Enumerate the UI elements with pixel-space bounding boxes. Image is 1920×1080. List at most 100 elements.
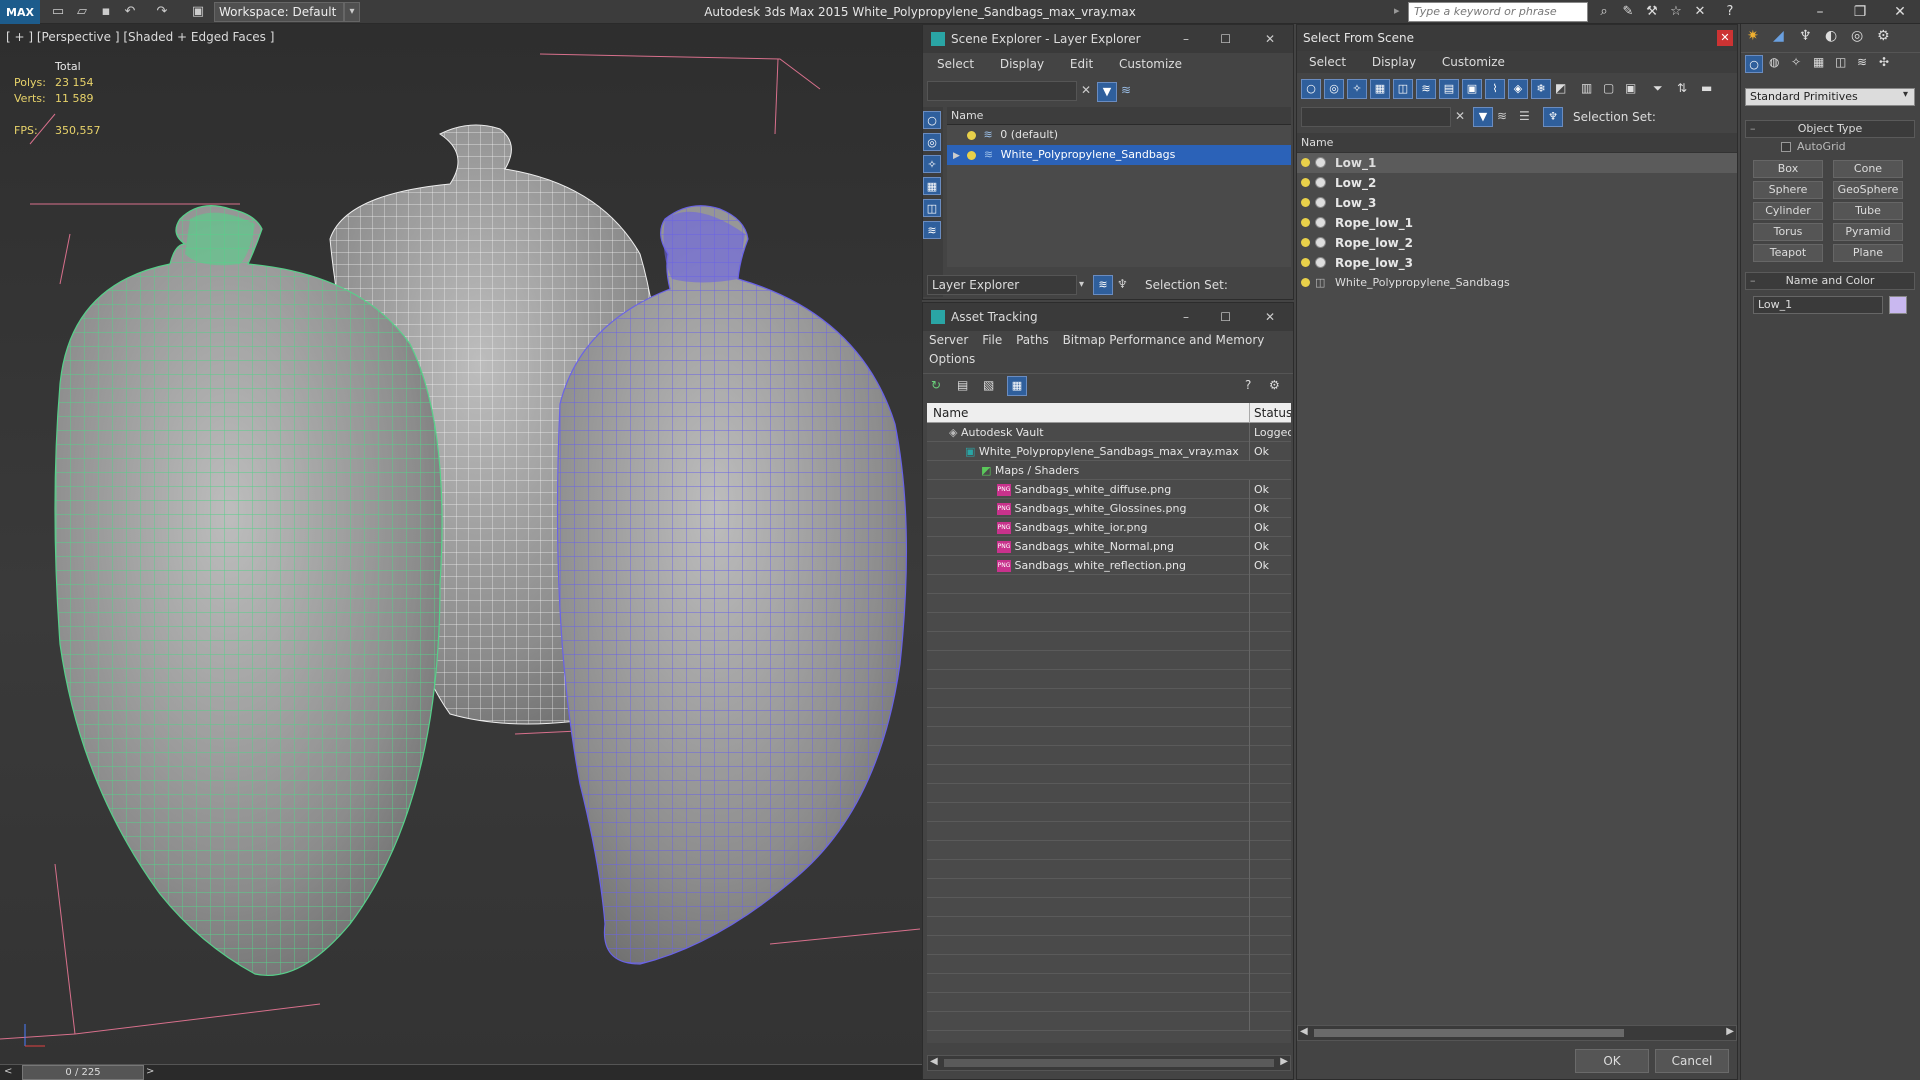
light-bulb-icon[interactable]: [1301, 218, 1310, 227]
menu-display[interactable]: Display: [1000, 53, 1044, 75]
menu-select[interactable]: Select: [1309, 51, 1346, 73]
helpers-category-icon[interactable]: ◫: [1835, 55, 1846, 69]
hierarchy-icon[interactable]: ♆: [1117, 277, 1128, 291]
systems-category-icon[interactable]: ✣: [1879, 55, 1889, 69]
column-status[interactable]: Status: [1249, 403, 1291, 423]
light-bulb-icon[interactable]: [1301, 238, 1310, 247]
menu-customize[interactable]: Customize: [1442, 51, 1505, 73]
tree-view-icon[interactable]: ▧: [983, 378, 994, 392]
settings-icon[interactable]: ⚙: [1269, 378, 1280, 392]
create-tab-icon[interactable]: ✷: [1747, 28, 1759, 44]
perspective-viewport[interactable]: [ + ] [Perspective ] [Shaded + Edged Fac…: [0, 24, 922, 1064]
object-row-rope-low-1[interactable]: Rope_low_1: [1297, 213, 1737, 233]
object-name-field[interactable]: Low_1: [1753, 296, 1883, 314]
asset-row[interactable]: ◈ Autodesk Vault Logged: [927, 423, 1291, 442]
light-bulb-icon[interactable]: [1301, 158, 1310, 167]
close-icon[interactable]: ✕: [1265, 25, 1275, 53]
display-groups-icon[interactable]: ▤: [1439, 79, 1459, 99]
display-none-icon[interactable]: ▢: [1603, 81, 1614, 95]
display-lights-icon[interactable]: ✧: [1347, 79, 1367, 99]
object-row-layer[interactable]: ◫ White_Polypropylene_Sandbags: [1297, 273, 1737, 293]
geosphere-button[interactable]: GeoSphere: [1833, 181, 1903, 199]
menu-file[interactable]: File: [982, 331, 1002, 350]
undo-icon[interactable]: ↶: [120, 3, 140, 21]
close-icon[interactable]: ✕: [1265, 303, 1275, 331]
display-spacewarps-icon[interactable]: ≋: [923, 221, 941, 239]
scrollbar-thumb[interactable]: [944, 1059, 1274, 1067]
hierarchy-tab-icon[interactable]: ♆: [1799, 28, 1812, 44]
filter-icon[interactable]: ▼: [1097, 82, 1117, 102]
torus-button[interactable]: Torus: [1753, 223, 1823, 241]
cone-button[interactable]: Cone: [1833, 160, 1903, 178]
display-shapes-icon[interactable]: ◎: [1324, 79, 1344, 99]
timeline-next-button[interactable]: >: [146, 1066, 154, 1077]
hierarchy-icon[interactable]: ♆: [1543, 107, 1563, 127]
light-bulb-icon[interactable]: [1301, 178, 1310, 187]
autogrid-checkbox[interactable]: [1781, 142, 1791, 152]
select-from-scene-titlebar[interactable]: Select From Scene ✕: [1297, 25, 1737, 51]
light-bulb-icon[interactable]: [967, 130, 976, 140]
project-folder-icon[interactable]: ▣: [188, 3, 208, 21]
minimize-icon[interactable]: –: [1183, 303, 1189, 331]
motion-tab-icon[interactable]: ◐: [1825, 28, 1837, 44]
display-cameras-icon[interactable]: ▦: [1370, 79, 1390, 99]
display-geometry-icon[interactable]: ○: [923, 111, 941, 129]
display-frozen-icon[interactable]: ❄: [1531, 79, 1551, 99]
display-shapes-icon[interactable]: ◎: [923, 133, 941, 151]
scroll-right-icon[interactable]: ▶: [1726, 1026, 1734, 1037]
asset-row[interactable]: PNG Sandbags_white_Glossines.png Ok: [927, 499, 1291, 518]
binoculars-icon[interactable]: ⌕: [1594, 3, 1614, 21]
minimize-button[interactable]: –: [1800, 0, 1840, 24]
display-xrefs-icon[interactable]: ▣: [1462, 79, 1482, 99]
chevron-down-icon[interactable]: ▾: [1079, 279, 1084, 290]
collapse-icon[interactable]: –: [1750, 121, 1756, 137]
clear-search-icon[interactable]: ✕: [1455, 109, 1465, 123]
filter-icon[interactable]: ⏷: [1653, 81, 1663, 96]
column-name[interactable]: Name: [927, 406, 968, 420]
light-bulb-icon[interactable]: [1301, 278, 1310, 287]
layer-row-default[interactable]: ≋ 0 (default): [947, 125, 1291, 145]
horizontal-scrollbar[interactable]: ◀ ▶: [1297, 1025, 1737, 1041]
tube-button[interactable]: Tube: [1833, 202, 1903, 220]
light-bulb-icon[interactable]: [1301, 258, 1310, 267]
expand-arrow-icon[interactable]: ▶: [953, 151, 960, 161]
scene-explorer-titlebar[interactable]: Scene Explorer - Layer Explorer – ☐ ✕: [923, 25, 1293, 53]
timeline-prev-button[interactable]: <: [4, 1066, 12, 1077]
new-file-icon[interactable]: ▭: [48, 3, 68, 21]
plane-button[interactable]: Plane: [1833, 244, 1903, 262]
cancel-button[interactable]: Cancel: [1655, 1049, 1729, 1073]
explorer-type-dropdown[interactable]: Layer Explorer: [927, 275, 1077, 295]
chevron-down-icon[interactable]: ▾: [344, 2, 360, 22]
layer-row-sandbags[interactable]: ▶ ≋ White_Polypropylene_Sandbags: [947, 145, 1291, 165]
find-search-input[interactable]: [1301, 107, 1451, 127]
object-row-low-1[interactable]: Low_1: [1297, 153, 1737, 173]
open-file-icon[interactable]: ▱: [72, 3, 92, 21]
name-and-color-rollout[interactable]: – Name and Color: [1745, 272, 1915, 290]
scroll-left-icon[interactable]: ◀: [930, 1056, 938, 1067]
menu-options[interactable]: Options: [929, 350, 975, 369]
primitives-dropdown[interactable]: Standard Primitives: [1745, 88, 1915, 106]
subscription-icon[interactable]: ⚒: [1642, 3, 1662, 21]
horizontal-scrollbar[interactable]: ◀ ▶: [927, 1055, 1291, 1071]
viewport-label[interactable]: [ + ] [Perspective ] [Shaded + Edged Fac…: [6, 30, 274, 44]
cameras-category-icon[interactable]: ▦: [1813, 55, 1824, 69]
sort-icon[interactable]: ⇅: [1677, 81, 1687, 95]
layer-tree-header[interactable]: Name: [947, 107, 1291, 125]
list-view-icon[interactable]: ▤: [957, 378, 968, 392]
modify-tab-icon[interactable]: ◢: [1773, 28, 1784, 44]
asset-row[interactable]: PNG Sandbags_white_Normal.png Ok: [927, 537, 1291, 556]
menu-bitmap-performance[interactable]: Bitmap Performance and Memory: [1063, 331, 1265, 350]
cylinder-button[interactable]: Cylinder: [1753, 202, 1823, 220]
refresh-icon[interactable]: ↻: [931, 378, 941, 392]
maximize-icon[interactable]: ☐: [1220, 25, 1231, 53]
object-row-rope-low-2[interactable]: Rope_low_2: [1297, 233, 1737, 253]
table-view-icon[interactable]: ▦: [1007, 376, 1027, 396]
menu-paths[interactable]: Paths: [1016, 331, 1049, 350]
display-hidden-icon[interactable]: ◩: [1555, 81, 1566, 95]
display-lights-icon[interactable]: ✧: [923, 155, 941, 173]
object-list-header[interactable]: Name: [1297, 133, 1737, 153]
menu-edit[interactable]: Edit: [1070, 53, 1093, 75]
box-button[interactable]: Box: [1753, 160, 1823, 178]
display-geometry-icon[interactable]: ○: [1301, 79, 1321, 99]
communication-icon[interactable]: ✎: [1618, 3, 1638, 21]
